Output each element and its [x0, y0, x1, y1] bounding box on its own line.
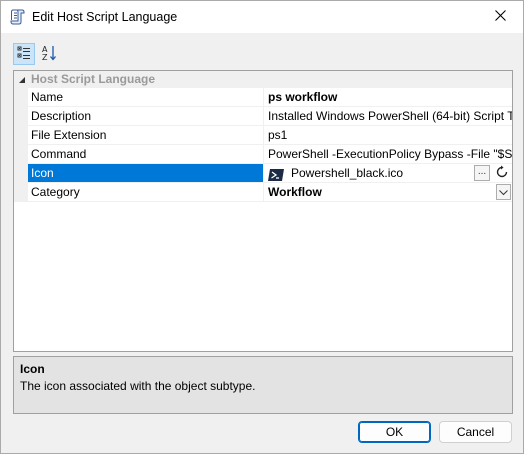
property-value[interactable]: ps workflow — [264, 88, 512, 107]
reset-button[interactable] — [493, 165, 510, 182]
reset-icon — [495, 165, 509, 182]
collapse-triangle-icon[interactable] — [17, 74, 27, 84]
help-title: Icon — [20, 362, 45, 376]
close-button[interactable] — [477, 1, 523, 33]
property-value[interactable]: Installed Windows PowerShell (64-bit) Sc… — [264, 107, 512, 126]
categorized-view-button[interactable] — [13, 43, 35, 65]
powershell-icon — [268, 168, 284, 181]
property-name[interactable]: Icon — [28, 164, 264, 183]
alphabetical-view-button[interactable]: A Z — [38, 43, 60, 65]
ok-button[interactable]: OK — [358, 421, 431, 443]
property-value[interactable]: PowerShell -ExecutionPolicy Bypass -File… — [264, 145, 512, 164]
property-grid-toolbar: A Z — [1, 39, 523, 67]
property-row-name[interactable]: Name ps workflow — [14, 88, 512, 107]
close-icon — [494, 10, 506, 24]
property-row-command[interactable]: Command PowerShell -ExecutionPolicy Bypa… — [14, 145, 512, 164]
title-bar: Edit Host Script Language — [1, 1, 523, 33]
property-grid: Host Script Language Name ps workflow De… — [13, 70, 513, 352]
cancel-button[interactable]: Cancel — [439, 421, 512, 443]
script-scroll-icon — [10, 8, 26, 25]
browse-button[interactable]: ... — [474, 165, 490, 181]
property-name[interactable]: Description — [28, 107, 264, 126]
property-value[interactable]: Workflow — [264, 183, 512, 202]
property-row-file-extension[interactable]: File Extension ps1 — [14, 126, 512, 145]
property-name[interactable]: Name — [28, 88, 264, 107]
property-row-icon[interactable]: Icon Powershell_black.ico ... — [14, 164, 512, 183]
help-description: The icon associated with the object subt… — [20, 379, 256, 393]
property-row-category[interactable]: Category Workflow — [14, 183, 512, 202]
categorized-view-icon — [16, 45, 32, 64]
window-title: Edit Host Script Language — [32, 10, 178, 24]
help-panel: Icon The icon associated with the object… — [13, 356, 513, 414]
property-name[interactable]: Command — [28, 145, 264, 164]
property-row-description[interactable]: Description Installed Windows PowerShell… — [14, 107, 512, 126]
icon-file-name: Powershell_black.ico — [291, 166, 404, 180]
dialog-window: Edit Host Script Language A Z Host Scrip… — [0, 0, 524, 454]
category-dropdown-button[interactable] — [496, 184, 511, 200]
property-name[interactable]: Category — [28, 183, 264, 202]
category-row[interactable]: Host Script Language — [14, 71, 512, 88]
chevron-down-icon — [499, 185, 508, 199]
svg-text:Z: Z — [42, 53, 48, 62]
category-label: Host Script Language — [31, 72, 156, 86]
sort-alphabetical-icon: A Z — [41, 44, 57, 65]
property-value[interactable]: ps1 — [264, 126, 512, 145]
property-name[interactable]: File Extension — [28, 126, 264, 145]
